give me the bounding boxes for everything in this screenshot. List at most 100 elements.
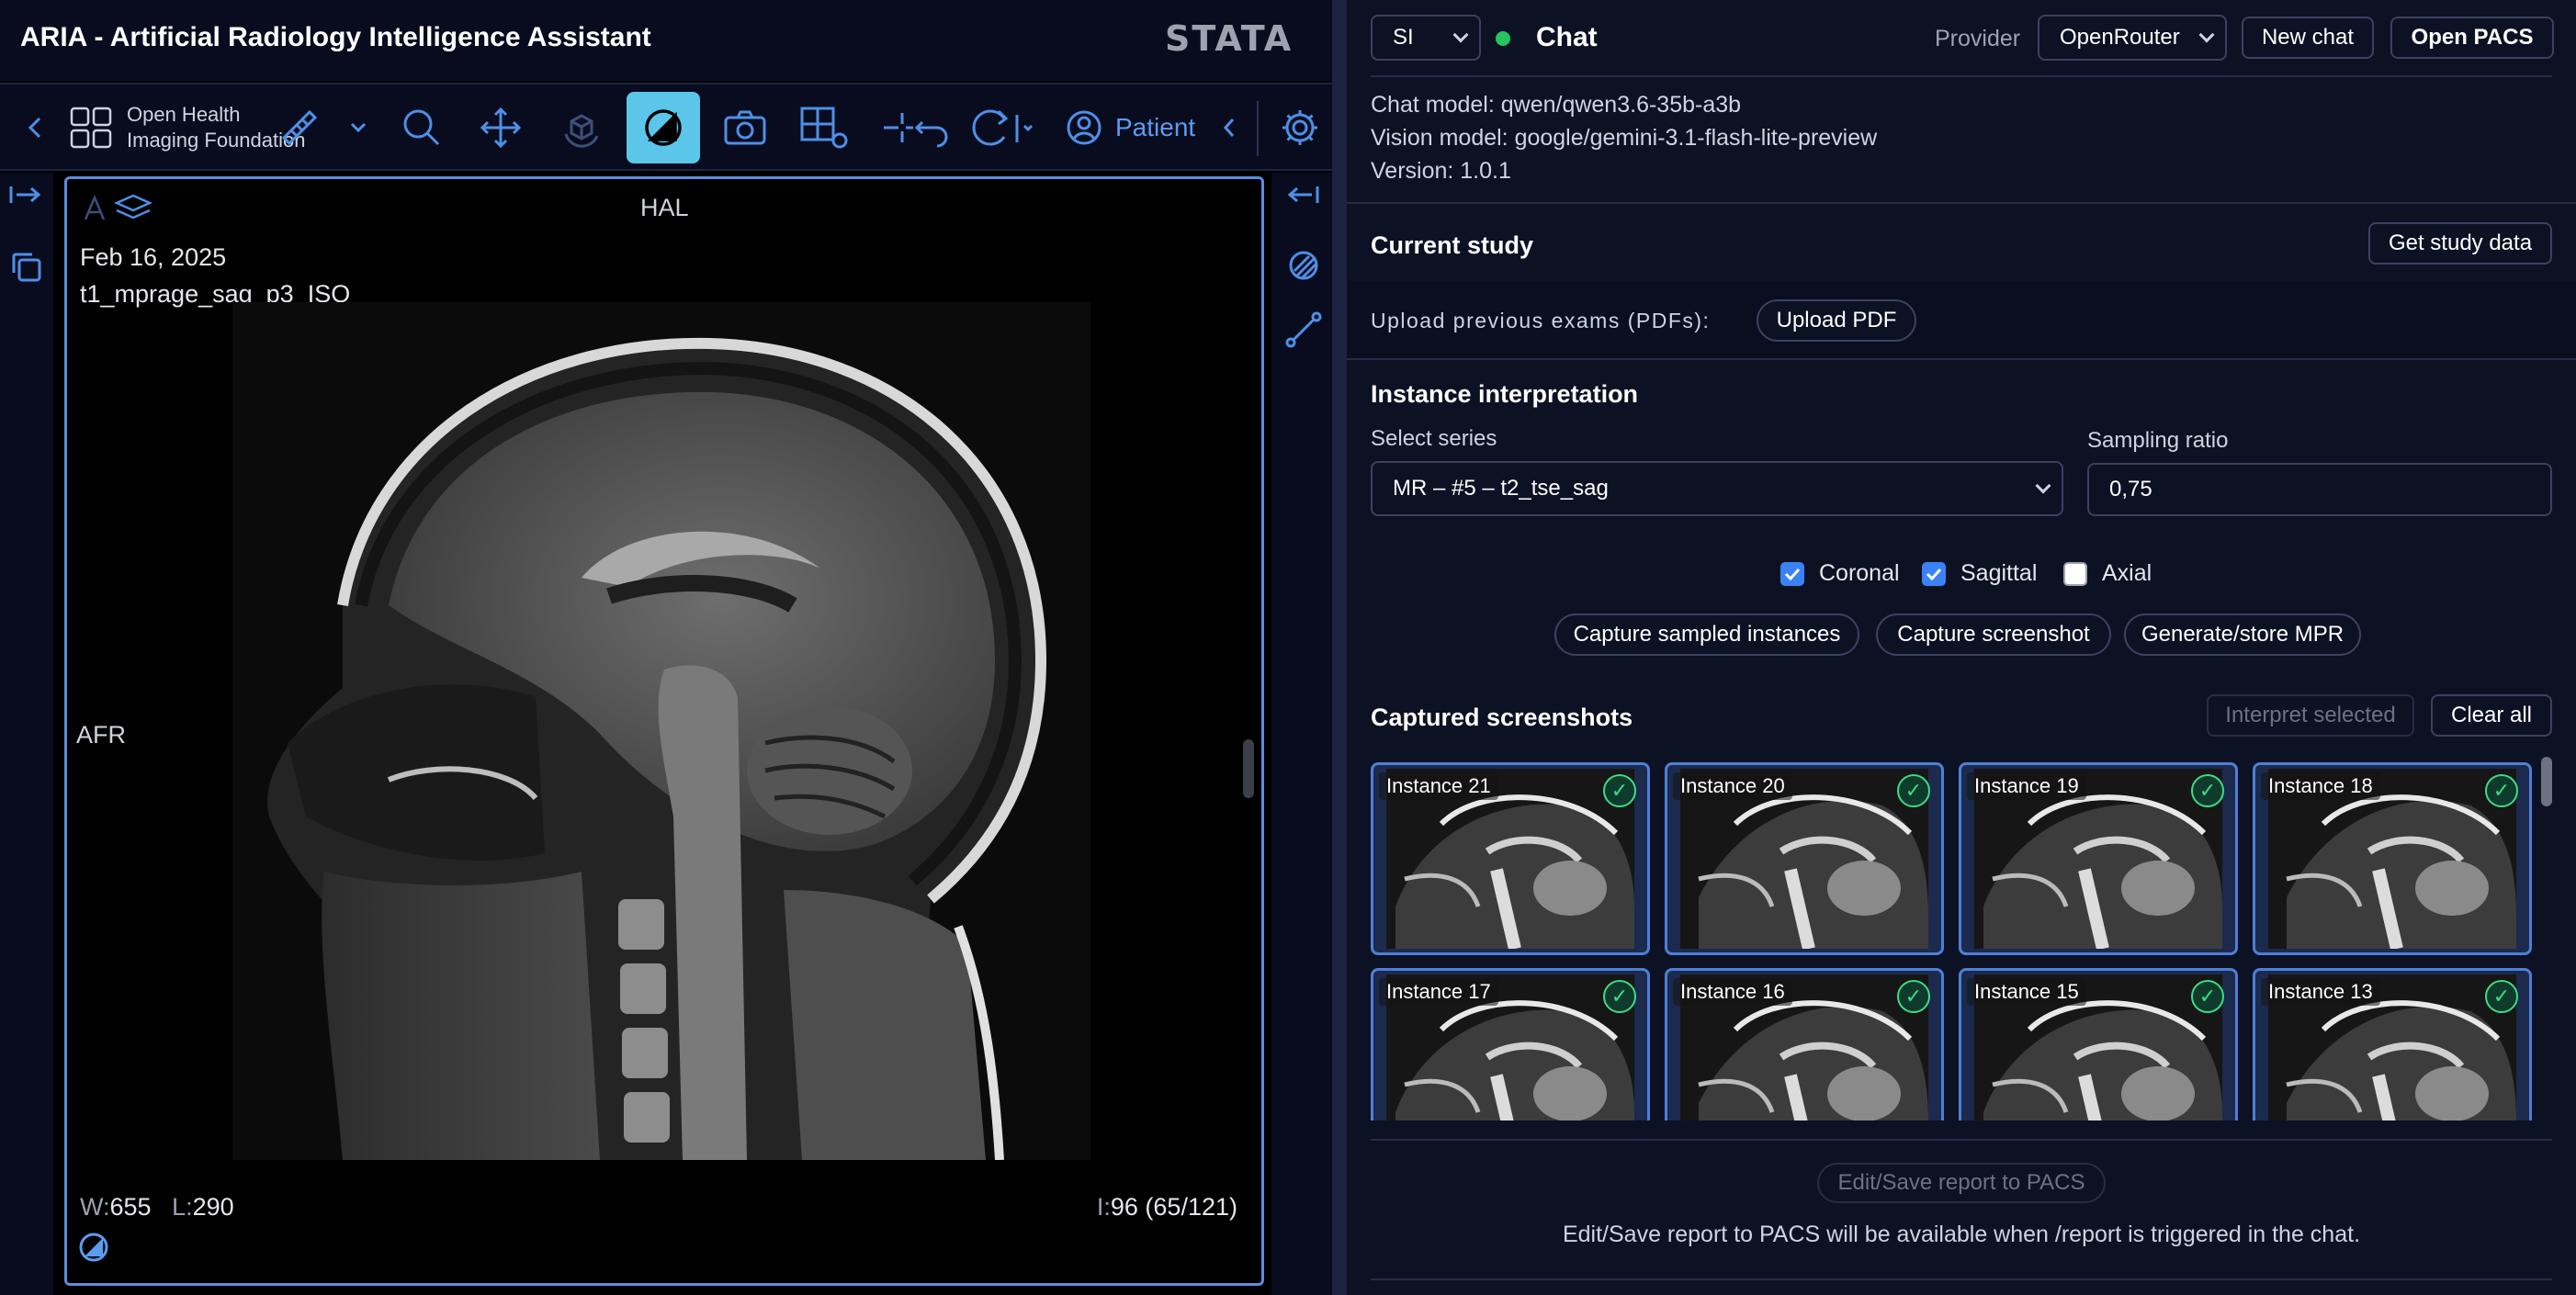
redo-button[interactable] <box>963 92 1036 163</box>
gear-icon <box>1282 110 1317 145</box>
sync-icon <box>84 194 153 220</box>
instance-index-readout: I:96 (65/121) <box>1097 1193 1237 1222</box>
measure-tool-button[interactable] <box>272 92 327 163</box>
thumbnail-label: Instance 21 <box>1379 772 1498 800</box>
sagittal-checkbox[interactable]: Sagittal <box>1922 560 2037 587</box>
app-title: ARIA - Artificial Radiology Intelligence… <box>20 22 651 52</box>
image-viewport[interactable]: HAL Feb 16, 2025 t1_mprage_sag_p3_ISO AF… <box>64 176 1264 1286</box>
check-circle-icon[interactable]: ✓ <box>2191 774 2224 807</box>
right-side-panel <box>1271 173 1332 1295</box>
vendor-logo: STATA <box>1165 18 1294 59</box>
ruler-icon <box>281 109 318 146</box>
app-root: ARIA - Artificial Radiology Intelligence… <box>0 0 2576 1295</box>
upload-pdf-button[interactable]: Upload PDF <box>1757 299 1916 342</box>
series-select-value: MR – #5 – t2_tse_sag <box>1393 476 1609 501</box>
open-pacs-button[interactable]: Open PACS <box>2390 17 2554 59</box>
window-level-readout: W:655 L:290 <box>80 1193 234 1222</box>
screenshot-thumbnail[interactable]: Instance 21 ✓ <box>1371 762 1650 955</box>
settings-button[interactable] <box>1268 92 1332 163</box>
axial-label: Axial <box>2102 560 2152 586</box>
expand-left-panel-button[interactable] <box>2 178 48 211</box>
check-circle-icon[interactable]: ✓ <box>1603 774 1636 807</box>
capture-screenshot-button[interactable]: Capture screenshot <box>1876 614 2111 656</box>
divider <box>1371 75 2552 77</box>
series-select[interactable]: MR – #5 – t2_tse_sag <box>1371 461 2063 516</box>
screenshot-thumbnail[interactable]: Instance 20 ✓ <box>1665 762 1944 955</box>
edit-save-report-button[interactable]: Edit/Save report to PACS <box>1817 1163 2106 1203</box>
index-value: 96 (65/121) <box>1110 1193 1237 1221</box>
screenshot-thumbnail[interactable]: Instance 17 ✓ <box>1371 968 1650 1120</box>
stack-icon <box>12 253 41 282</box>
checkbox-unchecked-icon <box>2063 561 2087 586</box>
pan-tool-button[interactable] <box>469 92 533 163</box>
clear-all-button[interactable]: Clear all <box>2431 694 2552 737</box>
series-panel-button[interactable] <box>4 244 50 290</box>
screenshot-thumbnail[interactable]: Instance 13 ✓ <box>2253 968 2532 1120</box>
layout-tool-button[interactable] <box>792 92 858 163</box>
checkbox-checked-icon <box>1922 561 1946 586</box>
check-circle-icon[interactable]: ✓ <box>2485 980 2518 1013</box>
chevron-left-icon <box>1223 118 1235 137</box>
screenshot-thumbnail[interactable]: Instance 15 ✓ <box>1959 968 2238 1120</box>
thumbnail-label: Instance 15 <box>1967 978 2086 1006</box>
vision-model-info: Vision model: google/gemini-3.1-flash-li… <box>1371 125 1878 151</box>
viewport-status-icons <box>80 190 153 231</box>
interpret-selected-button[interactable]: Interpret selected <box>2207 694 2414 737</box>
check-circle-icon[interactable]: ✓ <box>1897 980 1930 1013</box>
capture-sampled-button[interactable]: Capture sampled instances <box>1554 614 1859 656</box>
study-date: Feb 16, 2025 <box>80 243 227 271</box>
screenshot-thumbnail[interactable]: Instance 18 ✓ <box>2253 762 2532 955</box>
expand-left-icon <box>1288 186 1319 203</box>
get-study-data-button[interactable]: Get study data <box>2368 222 2552 265</box>
image-viewer: ARIA - Artificial Radiology Intelligence… <box>0 0 1332 1295</box>
provider-label: Provider <box>1935 26 2021 51</box>
toolbar-divider <box>1257 101 1259 156</box>
mode-select-value: SI <box>1393 25 1414 50</box>
camera-icon <box>724 110 766 145</box>
measurements-button[interactable] <box>1281 307 1327 353</box>
provider-select-value: OpenRouter <box>2060 25 2180 50</box>
patient-label: Patient <box>1115 113 1196 141</box>
coronal-checkbox[interactable]: Coronal <box>1780 560 1900 587</box>
contrast-icon <box>645 109 682 146</box>
sampling-ratio-input[interactable]: 0,75 <box>2087 463 2552 516</box>
upload-label: Upload previous exams (PDFs): <box>1371 309 1711 332</box>
expand-right-panel-button[interactable] <box>1281 178 1327 211</box>
generate-mpr-button[interactable]: Generate/store MPR <box>2124 614 2361 656</box>
orientation-left: AFR <box>76 721 126 749</box>
mode-select[interactable]: SI <box>1371 15 1481 61</box>
user-circle-icon <box>1067 110 1102 145</box>
screenshot-thumbnail[interactable]: Instance 19 ✓ <box>1959 762 2238 955</box>
thumbnail-label: Instance 13 <box>2261 978 2380 1006</box>
chevron-down-icon <box>2198 27 2215 43</box>
crosshair-tool-button[interactable] <box>878 92 955 163</box>
viewport-scrollbar[interactable] <box>1243 739 1254 798</box>
window-level-tool-button[interactable] <box>627 92 700 163</box>
chevron-down-icon <box>2035 478 2051 494</box>
index-label: I: <box>1096 1193 1111 1221</box>
collapse-left-button[interactable] <box>17 92 53 163</box>
rotate-3d-tool-button[interactable] <box>549 92 614 163</box>
level-value: 290 <box>192 1193 234 1221</box>
new-chat-button[interactable]: New chat <box>2242 17 2374 59</box>
capture-tool-button[interactable] <box>713 92 777 163</box>
screenshot-thumbnail[interactable]: Instance 16 ✓ <box>1665 968 1944 1120</box>
measure-dropdown-button[interactable] <box>342 92 375 163</box>
patient-collapse-button[interactable] <box>1213 92 1246 163</box>
axial-checkbox[interactable]: Axial <box>2063 560 2152 587</box>
left-side-panel <box>0 173 53 1295</box>
screenshot-grid: Instance 21 ✓ Instance 20 ✓ Instance 19 ✓ Inst… <box>1371 762 2537 1120</box>
check-circle-icon[interactable]: ✓ <box>1603 980 1636 1013</box>
panel-splitter[interactable] <box>1332 0 1347 1295</box>
layout-grid-icon <box>800 107 848 149</box>
segmentation-button[interactable] <box>1281 242 1327 288</box>
level-label: L: <box>172 1193 193 1221</box>
zoom-tool-button[interactable] <box>390 92 454 163</box>
instance-interpretation-title: Instance interpretation <box>1371 380 1639 408</box>
check-circle-icon[interactable]: ✓ <box>2191 980 2224 1013</box>
grid-scrollbar[interactable] <box>2541 757 2552 806</box>
provider-select[interactable]: OpenRouter <box>2038 15 2227 61</box>
check-circle-icon[interactable]: ✓ <box>1897 774 1930 807</box>
redo-icon <box>972 109 1034 146</box>
check-circle-icon[interactable]: ✓ <box>2485 774 2518 807</box>
